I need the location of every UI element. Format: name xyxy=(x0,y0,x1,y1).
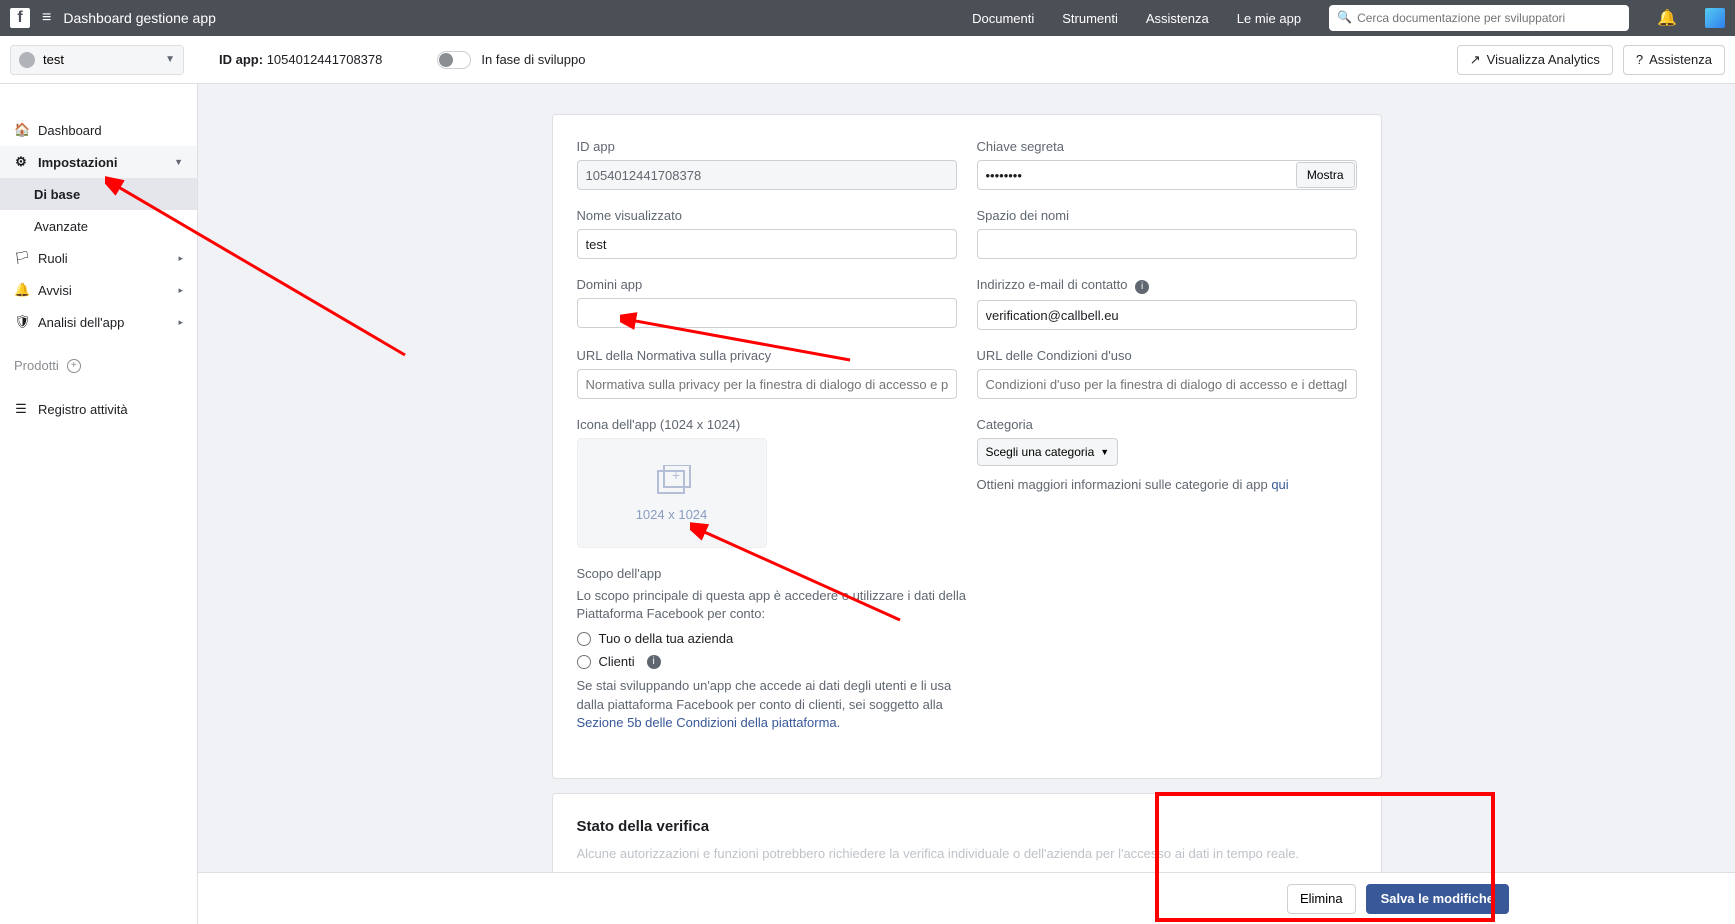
notifications-icon[interactable]: 🔔 xyxy=(1657,8,1677,28)
chevron-right-icon: ▸ xyxy=(178,317,183,328)
dev-mode-toggle[interactable] xyxy=(437,51,471,69)
nav-lemieapp[interactable]: Le mie app xyxy=(1237,11,1301,26)
namespace-label: Spazio dei nomi xyxy=(977,208,1357,223)
chevron-right-icon: ▸ xyxy=(178,253,183,264)
avatar[interactable] xyxy=(1705,8,1725,28)
sidebar-item-analisi[interactable]: 🛡Analisi dell'app▸ xyxy=(0,306,197,338)
analytics-icon: ↗ xyxy=(1470,52,1481,68)
add-product-button[interactable]: + xyxy=(67,359,81,373)
sidebar-item-dashboard[interactable]: 🏠Dashboard xyxy=(0,114,197,146)
help-icon: ? xyxy=(1636,52,1643,67)
list-icon: ☰ xyxy=(14,401,28,417)
secret-label: Chiave segreta xyxy=(977,139,1357,154)
sidebar-products-label: Prodotti+ xyxy=(0,358,197,373)
icon-upload[interactable]: + 1024 x 1024 xyxy=(577,438,767,548)
search-icon: 🔍 xyxy=(1337,10,1352,24)
save-button[interactable]: Salva le modifiche xyxy=(1366,884,1509,914)
show-secret-button[interactable]: Mostra xyxy=(1296,162,1355,188)
sidebar: 🏠Dashboard ⚙Impostazioni▼ Di base Avanza… xyxy=(0,84,198,924)
footer-bar: Elimina Salva le modifiche xyxy=(198,872,1735,924)
sidebar-subitem-avanzate[interactable]: Avanzate xyxy=(0,210,197,242)
chevron-down-icon: ▼ xyxy=(1100,447,1109,457)
chevron-down-icon: ▼ xyxy=(165,54,175,65)
tos-label: URL delle Condizioni d'uso xyxy=(977,348,1357,363)
nav-strumenti[interactable]: Strumenti xyxy=(1062,11,1118,26)
displayname-field[interactable] xyxy=(577,229,957,259)
settings-card: ID app Chiave segreta Mostra Nome visual… xyxy=(552,114,1382,779)
app-selector[interactable]: test ▼ xyxy=(10,45,184,75)
domains-field[interactable] xyxy=(577,298,957,328)
category-link[interactable]: qui xyxy=(1271,477,1288,492)
purpose-desc: Lo scopo principale di questa app è acce… xyxy=(577,587,967,623)
privacy-label: URL della Normativa sulla privacy xyxy=(577,348,957,363)
sidebar-item-avvisi[interactable]: 🔔Avvisi▸ xyxy=(0,274,197,306)
app-icon xyxy=(19,52,35,68)
delete-button[interactable]: Elimina xyxy=(1287,884,1356,914)
purpose-radio-self[interactable]: Tuo o della tua azienda xyxy=(577,631,967,646)
chevron-right-icon: ▸ xyxy=(178,285,183,296)
namespace-field[interactable] xyxy=(977,229,1357,259)
fb-logo[interactable]: f xyxy=(10,8,30,28)
verification-title: Stato della verifica xyxy=(577,818,1357,835)
nav-assistenza[interactable]: Assistenza xyxy=(1146,11,1209,26)
sidebar-item-registro[interactable]: ☰Registro attività xyxy=(0,393,197,425)
chevron-down-icon: ▼ xyxy=(174,157,183,167)
appid-field xyxy=(577,160,957,190)
app-id-display: ID app: 1054012441708378 xyxy=(219,52,382,67)
category-label: Categoria xyxy=(977,417,1357,432)
info-icon[interactable]: i xyxy=(647,655,661,669)
main-content: ID app Chiave segreta Mostra Nome visual… xyxy=(198,84,1735,924)
tos-field[interactable] xyxy=(977,369,1357,399)
help-button[interactable]: ?Assistenza xyxy=(1623,45,1725,75)
purpose-note: Se stai sviluppando un'app che accede ai… xyxy=(577,677,967,732)
sidebar-item-ruoli[interactable]: 🏳Ruoli▸ xyxy=(0,242,197,274)
svg-text:+: + xyxy=(671,467,679,483)
contact-field[interactable] xyxy=(977,300,1357,330)
contact-label: Indirizzo e-mail di contatto i xyxy=(977,277,1357,294)
gear-icon: ⚙ xyxy=(14,154,28,170)
bell-icon: 🔔 xyxy=(14,282,28,298)
sidebar-subitem-dibase[interactable]: Di base xyxy=(0,178,197,210)
info-icon[interactable]: i xyxy=(1135,280,1149,294)
icon-hint: 1024 x 1024 xyxy=(636,507,708,522)
purpose-radio-clients[interactable]: Clientii xyxy=(577,654,967,669)
displayname-label: Nome visualizzato xyxy=(577,208,957,223)
nav-documenti[interactable]: Documenti xyxy=(972,11,1034,26)
secondary-bar: test ▼ ID app: 1054012441708378 In fase … xyxy=(0,36,1735,84)
appid-label: ID app xyxy=(577,139,957,154)
verification-desc: Alcune autorizzazioni e funzioni potrebb… xyxy=(577,845,1357,863)
image-upload-icon: + xyxy=(652,465,692,499)
search-input[interactable] xyxy=(1329,5,1629,31)
purpose-label: Scopo dell'app xyxy=(577,566,967,581)
analytics-button[interactable]: ↗Visualizza Analytics xyxy=(1457,45,1613,75)
category-select[interactable]: Scegli una categoria▼ xyxy=(977,438,1119,466)
icon-label: Icona dell'app (1024 x 1024) xyxy=(577,417,957,432)
home-icon: 🏠 xyxy=(14,122,28,138)
page-title: Dashboard gestione app xyxy=(63,10,216,26)
purpose-link[interactable]: Sezione 5b delle Condizioni della piatta… xyxy=(577,715,841,730)
app-name: test xyxy=(43,52,64,67)
domains-label: Domini app xyxy=(577,277,957,292)
topbar: f ≡ Dashboard gestione app Documenti Str… xyxy=(0,0,1735,36)
hamburger-icon[interactable]: ≡ xyxy=(42,9,51,27)
dev-mode: In fase di sviluppo xyxy=(437,51,585,69)
sidebar-item-impostazioni[interactable]: ⚙Impostazioni▼ xyxy=(0,146,197,178)
dev-mode-label: In fase di sviluppo xyxy=(481,52,585,67)
privacy-field[interactable] xyxy=(577,369,957,399)
category-more: Ottieni maggiori informazioni sulle cate… xyxy=(977,476,1357,494)
shield-icon: 🛡 xyxy=(14,314,28,330)
flag-icon: 🏳 xyxy=(14,250,28,266)
